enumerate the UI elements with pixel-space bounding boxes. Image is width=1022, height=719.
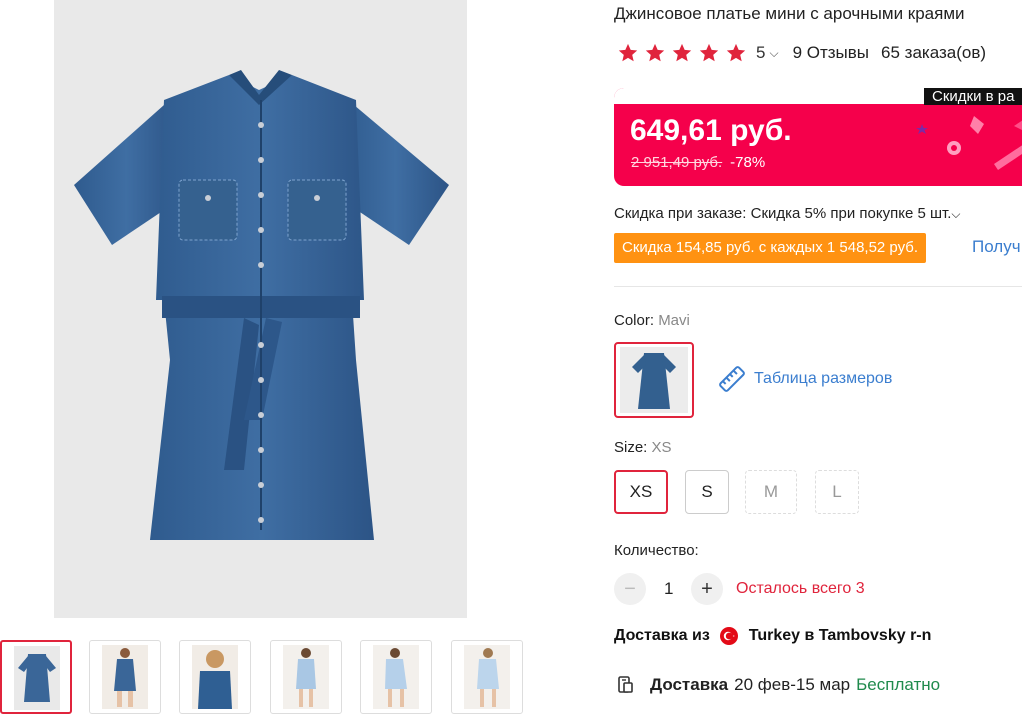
color-label: Color: Mavi bbox=[614, 312, 690, 329]
product-title: Джинсовое платье мини с арочными краями bbox=[614, 4, 965, 23]
star-icon bbox=[618, 43, 638, 62]
stock-remaining: Осталось всего 3 bbox=[736, 580, 865, 597]
size-chart-link[interactable]: Таблица размеров bbox=[716, 363, 892, 395]
size-label-text: Size: bbox=[614, 439, 652, 456]
star-icon bbox=[726, 43, 746, 62]
ruler-icon bbox=[719, 366, 745, 392]
chevron-down-icon: ⌵ bbox=[951, 207, 961, 221]
get-coupon-link[interactable]: Получ bbox=[972, 237, 1021, 257]
divider bbox=[614, 286, 1022, 287]
thumbnail-5[interactable] bbox=[360, 640, 432, 714]
old-price-row: 2 951,49 руб. -78% bbox=[631, 154, 765, 171]
star-icon bbox=[645, 43, 665, 62]
delivery-row: Доставка 20 фев-15 мар Бесплатно bbox=[616, 675, 940, 695]
old-price: 2 951,49 руб. bbox=[631, 154, 723, 171]
rating-stars bbox=[617, 42, 747, 64]
color-swatch-mavi[interactable] bbox=[614, 342, 694, 418]
star-icon bbox=[672, 43, 692, 62]
thumbnail-1[interactable] bbox=[0, 640, 72, 714]
quantity-label: Количество: bbox=[614, 542, 699, 559]
discount-percent: -78% bbox=[730, 154, 766, 171]
bulk-discount-dropdown[interactable]: Скидка при заказе: Скидка 5% при покупке… bbox=[614, 205, 961, 222]
decoration-icon bbox=[916, 116, 1022, 170]
thumbnail-image bbox=[14, 646, 60, 710]
delivery-cost: Бесплатно bbox=[856, 675, 941, 694]
size-label: Size: XS bbox=[614, 439, 672, 456]
rating-row: 5 ⌵ 9 Отзывы 65 заказа(ов) bbox=[617, 42, 986, 64]
orders-count: 65 заказа(ов) bbox=[881, 43, 987, 62]
star-icon bbox=[699, 43, 719, 62]
sale-banner-label: Скидки в ра bbox=[924, 88, 1022, 105]
quantity-decrease-button[interactable]: − bbox=[614, 573, 646, 605]
size-option-xs[interactable]: XS bbox=[614, 470, 668, 514]
color-value: Mavi bbox=[658, 312, 690, 329]
swatch-image bbox=[620, 347, 688, 413]
current-price: 649,61 руб. bbox=[630, 114, 792, 147]
thumbnail-6[interactable] bbox=[451, 640, 523, 714]
size-chart-label: Таблица размеров bbox=[754, 370, 893, 387]
price-box: Скидки в ра 649,61 руб. 2 951,49 руб. -78… bbox=[614, 88, 1022, 186]
size-option-m[interactable]: M bbox=[745, 470, 797, 514]
coupon-chip: Скидка 154,85 руб. с каждых 1 548,52 руб… bbox=[614, 233, 927, 263]
bulk-discount-text: Скидка при заказе: Скидка 5% при покупке… bbox=[614, 205, 952, 222]
thumbnail-image bbox=[283, 645, 329, 709]
thumbnail-2[interactable] bbox=[89, 640, 161, 714]
swatch-dress-image bbox=[632, 353, 676, 409]
thumbnail-3[interactable] bbox=[179, 640, 251, 714]
reviews-link[interactable]: 9 Отзывы bbox=[793, 43, 869, 63]
size-option-s[interactable]: S bbox=[685, 470, 729, 514]
delivery-label: Доставка bbox=[650, 675, 729, 694]
denim-dress-illustration bbox=[74, 70, 449, 540]
thumbnail-strip bbox=[0, 640, 540, 714]
size-option-l[interactable]: L bbox=[815, 470, 859, 514]
rating-value[interactable]: 5 bbox=[756, 43, 765, 63]
shipping-from-label: Доставка из bbox=[614, 627, 710, 644]
main-product-image[interactable] bbox=[54, 0, 467, 618]
delivery-icon bbox=[618, 676, 633, 693]
thumbnail-image bbox=[464, 645, 510, 709]
thumbnail-4[interactable] bbox=[270, 640, 342, 714]
turkey-flag-icon bbox=[719, 627, 738, 645]
shipping-route[interactable]: Turkey в Tambovsky r-n bbox=[749, 627, 932, 645]
delivery-dates: 20 фев-15 мар bbox=[734, 675, 851, 694]
color-label-text: Color: bbox=[614, 312, 659, 329]
chevron-down-icon[interactable]: ⌵ bbox=[769, 46, 778, 61]
size-value: XS bbox=[651, 439, 672, 456]
thumbnail-image bbox=[102, 645, 148, 709]
thumbnail-image bbox=[373, 645, 419, 709]
thumbnail-image bbox=[192, 645, 238, 709]
quantity-value[interactable]: 1 bbox=[664, 579, 673, 599]
shipping-from: Доставка из Turkey в Tambovsky r-n bbox=[614, 627, 931, 645]
quantity-increase-button[interactable]: + bbox=[691, 573, 723, 605]
